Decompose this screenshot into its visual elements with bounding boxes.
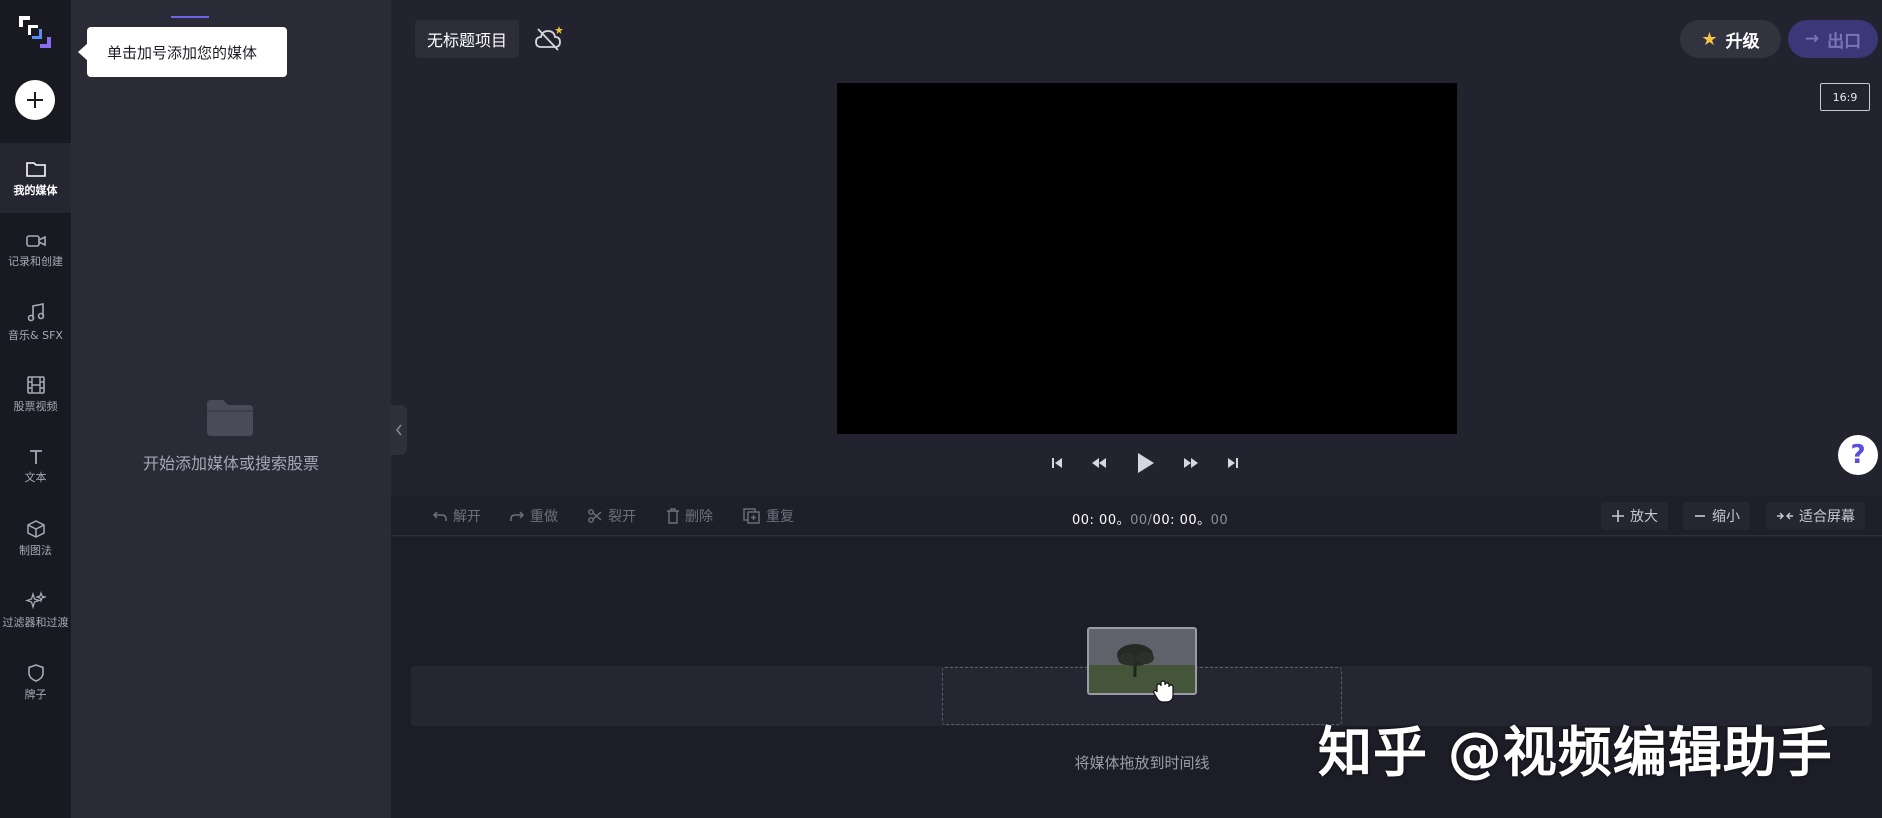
shield-icon	[27, 664, 44, 682]
dragged-media-thumbnail[interactable]	[1087, 627, 1197, 695]
timeline-drop-text: 将媒体拖放到时间线	[1074, 754, 1210, 772]
sidebar-item-label: 音乐& SFX	[8, 329, 63, 342]
tree-thumbnail-image	[1089, 629, 1195, 693]
undo-icon	[432, 511, 447, 521]
skip-to-end-icon[interactable]	[1226, 456, 1240, 470]
delete-label: 删除	[685, 509, 713, 525]
minus-icon	[1695, 515, 1705, 517]
rewind-icon[interactable]	[1090, 456, 1108, 470]
total-time: 00: 00。	[1152, 513, 1211, 528]
chevron-left-icon	[396, 424, 402, 436]
help-button[interactable]: ?	[1838, 435, 1878, 475]
project-title[interactable]: 无标题项目	[415, 20, 520, 58]
skip-to-start-icon[interactable]	[1050, 456, 1064, 470]
playback-controls	[1050, 450, 1240, 476]
sidebar-item-label: 牌子	[24, 688, 47, 701]
undo-label: 解开	[453, 509, 481, 525]
active-tab-indicator	[171, 16, 209, 18]
add-media-tooltip: 单击加号添加您的媒体	[87, 27, 287, 77]
video-camera-icon	[25, 235, 46, 247]
app-logo-icon[interactable]	[16, 13, 54, 51]
duplicate-label: 重复	[766, 509, 794, 525]
collapse-panel-handle[interactable]	[391, 405, 407, 455]
music-note-icon	[27, 303, 44, 322]
fast-forward-icon[interactable]	[1182, 456, 1200, 470]
sidebar-item-label: 记录和创建	[8, 255, 63, 268]
sidebar-item-brand[interactable]: 牌子	[0, 647, 71, 717]
zoom-in-button[interactable]: 放大	[1601, 502, 1668, 530]
sidebar-item-label: 文本	[24, 471, 47, 484]
left-rail: 我的媒体 记录和创建 音乐& SFX 股票视频 文本 制图法 过滤器和过渡 牌子	[0, 0, 71, 818]
current-frames: 00	[1130, 513, 1148, 528]
star-icon: ★	[1701, 28, 1718, 50]
sidebar-item-text[interactable]: 文本	[0, 431, 71, 501]
folder-icon	[25, 162, 46, 177]
fit-to-screen-button[interactable]: 适合屏幕	[1766, 502, 1865, 530]
duplicate-button[interactable]: 重复	[743, 502, 794, 530]
plus-icon	[1612, 510, 1624, 522]
current-time: 00: 00。	[1072, 513, 1131, 528]
sidebar-item-my-media[interactable]: 我的媒体	[0, 143, 71, 213]
split-label: 裂开	[608, 509, 636, 525]
grab-hand-icon	[1153, 680, 1174, 703]
sidebar-item-record[interactable]: 记录和创建	[0, 215, 71, 285]
export-button[interactable]: → 出口	[1788, 20, 1878, 58]
redo-icon	[510, 511, 525, 521]
zoom-out-label: 缩小	[1712, 509, 1740, 525]
question-mark-icon: ?	[1850, 440, 1866, 470]
cloud-sync-off-icon[interactable]	[534, 25, 564, 53]
plus-icon	[27, 92, 43, 108]
sparkles-icon	[24, 591, 47, 610]
watermark-text: 知乎 @视频编辑助手	[1318, 721, 1833, 784]
media-empty-text: 开始添加媒体或搜索股票	[142, 454, 319, 473]
duplicate-icon	[743, 508, 760, 524]
fit-arrows-icon	[1777, 512, 1793, 520]
arrow-right-icon: →	[1804, 29, 1820, 49]
sidebar-item-label: 过滤器和过渡	[2, 616, 69, 629]
sidebar-item-music[interactable]: 音乐& SFX	[0, 287, 71, 357]
cube-icon	[26, 520, 45, 538]
split-button[interactable]: 裂开	[587, 502, 636, 530]
scissors-icon	[588, 509, 602, 523]
text-icon	[29, 450, 42, 464]
trash-icon	[667, 508, 679, 524]
sidebar-item-graphics[interactable]: 制图法	[0, 503, 71, 573]
sidebar-item-stock-video[interactable]: 股票视频	[0, 359, 71, 429]
sidebar-item-filters[interactable]: 过滤器和过渡	[0, 575, 71, 645]
fit-label: 适合屏幕	[1799, 509, 1855, 525]
zoom-in-label: 放大	[1630, 509, 1658, 525]
total-frames: 00	[1210, 513, 1229, 528]
zoom-out-button[interactable]: 缩小	[1683, 502, 1750, 530]
sidebar-item-label: 我的媒体	[13, 184, 58, 197]
add-media-button[interactable]	[15, 80, 55, 120]
sidebar-item-label: 股票视频	[13, 400, 58, 413]
delete-button[interactable]: 删除	[666, 502, 713, 530]
time-display: 00: 00。00/00: 00。00	[1072, 509, 1228, 528]
redo-label: 重做	[530, 509, 558, 525]
video-preview	[837, 83, 1457, 434]
play-icon[interactable]	[1134, 451, 1156, 475]
upgrade-button[interactable]: ★ 升级	[1680, 20, 1781, 58]
aspect-ratio-button[interactable]: 16:9	[1820, 83, 1870, 111]
empty-folder-icon	[207, 400, 253, 436]
redo-button[interactable]: 重做	[509, 502, 558, 530]
undo-button[interactable]: 解开	[432, 502, 481, 530]
export-label: 出口	[1827, 31, 1862, 52]
upgrade-label: 升级	[1725, 31, 1760, 52]
sidebar-item-label: 制图法	[19, 544, 52, 557]
film-icon	[26, 376, 45, 394]
